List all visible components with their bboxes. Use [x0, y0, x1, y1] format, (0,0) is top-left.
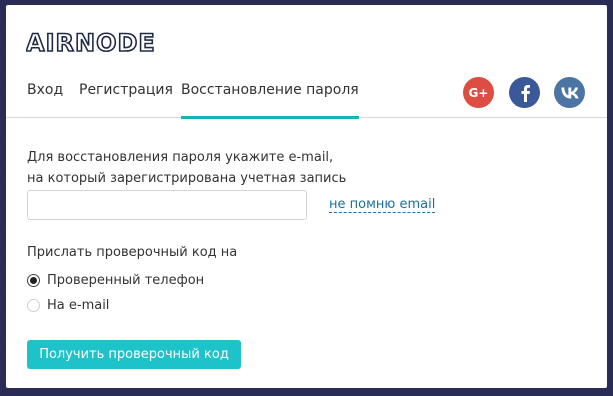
tab-password-recovery[interactable]: Восстановление пароля: [181, 82, 359, 119]
option-verified-phone[interactable]: Проверенный телефон: [27, 273, 204, 288]
intro-line-2: на который зарегистрирована учетная запи…: [27, 171, 347, 186]
email-input[interactable]: [27, 190, 307, 220]
tab-login[interactable]: Вход: [27, 82, 63, 118]
intro-line-1: Для восстановления пароля укажите e-mail…: [27, 150, 334, 165]
facebook-icon[interactable]: [509, 77, 540, 108]
option-label: На e-mail: [47, 298, 110, 313]
send-code-label: Прислать проверочный код на: [27, 245, 238, 260]
vk-glyph: [560, 87, 579, 98]
facebook-glyph: [521, 84, 530, 102]
recovery-instructions: Для восстановления пароля укажите e-mail…: [27, 147, 346, 189]
auth-tabs: Вход Регистрация Восстановление пароля G…: [6, 5, 607, 119]
get-code-button[interactable]: Получить проверочный код: [27, 340, 241, 369]
radio-verified-phone[interactable]: [27, 274, 40, 287]
tab-registration[interactable]: Регистрация: [79, 82, 173, 118]
forgot-email-link[interactable]: не помню email: [329, 197, 436, 213]
recovery-card: AIRNODE Вход Регистрация Восстановление …: [6, 5, 607, 388]
radio-email[interactable]: [27, 299, 40, 312]
vk-icon[interactable]: [554, 77, 585, 108]
option-label: Проверенный телефон: [47, 273, 205, 288]
google-plus-icon[interactable]: G+: [463, 77, 494, 108]
option-email[interactable]: На e-mail: [27, 298, 109, 313]
